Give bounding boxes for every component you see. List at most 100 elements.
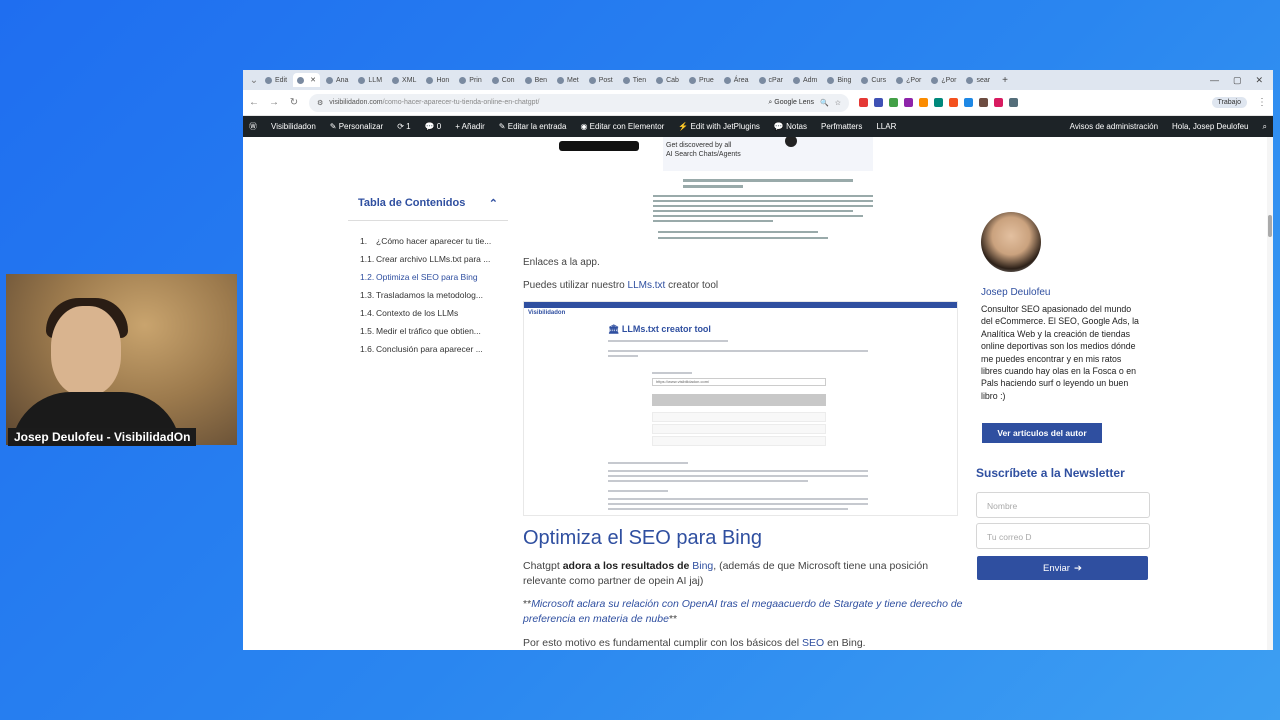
- tab-search-icon[interactable]: ⌄: [249, 75, 259, 86]
- toc-item-label: Optimiza el SEO para Bing: [376, 272, 478, 282]
- browser-tab[interactable]: Con: [488, 73, 519, 87]
- toc-item[interactable]: 1.6. Conclusión para aparecer ...: [348, 341, 508, 359]
- browser-tab[interactable]: Adm: [789, 73, 821, 87]
- tab-label: Ben: [534, 76, 548, 84]
- browser-tab[interactable]: sear: [962, 73, 994, 87]
- author-articles-button[interactable]: Ver artículos del autor: [982, 423, 1102, 443]
- browser-tab[interactable]: Área: [720, 73, 753, 87]
- wp-updates-link[interactable]: ⟳ 1: [397, 122, 410, 131]
- browser-tab[interactable]: ¿Por: [892, 73, 925, 87]
- tab-favicon-icon: [827, 76, 835, 84]
- forward-icon[interactable]: →: [269, 97, 279, 108]
- newsletter-email-field[interactable]: Tu correo D: [976, 523, 1150, 549]
- back-icon[interactable]: ←: [249, 97, 259, 108]
- extension-icon[interactable]: [949, 98, 958, 107]
- bookmark-star-icon[interactable]: ☆: [835, 99, 841, 107]
- browser-tab[interactable]: Hon: [422, 73, 453, 87]
- wp-personalize-link[interactable]: ✎ Personalizar: [330, 122, 383, 131]
- browser-tab[interactable]: Ana: [322, 73, 352, 87]
- extensions-puzzle-icon[interactable]: [1009, 98, 1018, 107]
- extension-icon[interactable]: [904, 98, 913, 107]
- browser-tab[interactable]: LLM: [354, 73, 386, 87]
- browser-tab[interactable]: Met: [553, 73, 583, 87]
- llms-txt-link[interactable]: LLMs.txt: [628, 280, 666, 291]
- extension-icon[interactable]: [979, 98, 988, 107]
- profile-button[interactable]: Trabajo: [1211, 97, 1247, 108]
- close-window-icon[interactable]: ✕: [1255, 75, 1263, 86]
- wp-jetplugins-link[interactable]: ⚡ Edit with JetPlugins: [678, 122, 760, 131]
- menu-kebab-icon[interactable]: ⋮: [1257, 97, 1267, 108]
- wp-elementor-link[interactable]: ◉ Editar con Elementor: [580, 122, 664, 131]
- wp-perfmatters-link[interactable]: Perfmatters: [821, 122, 862, 131]
- toc-list: 1. ¿Cómo hacer aparecer tu tie... 1.1. Crea…: [348, 233, 508, 359]
- tab-favicon-icon: [392, 76, 400, 84]
- extension-icon[interactable]: [874, 98, 883, 107]
- extension-icon[interactable]: [889, 98, 898, 107]
- close-tab-icon[interactable]: ✕: [310, 76, 316, 84]
- browser-tab[interactable]: XML: [388, 73, 420, 87]
- browser-tab[interactable]: Tien: [619, 73, 650, 87]
- google-lens-button[interactable]: ⌕ Google Lens: [768, 99, 814, 107]
- tab-label: Prin: [469, 76, 482, 84]
- maximize-icon[interactable]: ▢: [1233, 75, 1242, 86]
- browser-tab[interactable]: Ben: [521, 73, 551, 87]
- zoom-icon[interactable]: 🔍: [820, 99, 829, 107]
- newsletter-title: Suscríbete a la Newsletter: [976, 466, 1125, 480]
- wp-add-link[interactable]: + Añadir: [455, 122, 485, 131]
- browser-tab[interactable]: Bing: [823, 73, 855, 87]
- browser-tab[interactable]: Edit: [261, 73, 291, 87]
- site-info-icon[interactable]: ⚙: [317, 99, 323, 107]
- browser-tab[interactable]: ✕: [293, 73, 320, 87]
- wordpress-logo-icon[interactable]: Ⓦ: [249, 121, 257, 132]
- extension-icon[interactable]: [994, 98, 1003, 107]
- reload-icon[interactable]: ↻: [289, 97, 299, 108]
- tab-favicon-icon: [758, 76, 766, 84]
- address-bar[interactable]: ⚙ visibilidadon.com/como-hacer-aparecer-…: [309, 93, 849, 112]
- app-url-input: https://www.visibilidadon.com/: [652, 378, 826, 386]
- bing-link[interactable]: Bing: [692, 560, 713, 572]
- browser-tab[interactable]: ¿Por: [927, 73, 960, 87]
- seo-link[interactable]: SEO: [802, 637, 824, 649]
- add-label: Añadir: [461, 122, 485, 131]
- p1-a: Chatgpt: [523, 560, 563, 572]
- lens-label: Google Lens: [774, 98, 814, 106]
- newsletter-name-field[interactable]: Nombre: [976, 492, 1150, 518]
- wp-site-link[interactable]: Visibilidadon: [271, 122, 316, 131]
- wp-account-link[interactable]: Hola, Josep Deulofeu: [1172, 122, 1249, 132]
- scrollbar-thumb[interactable]: [1268, 215, 1272, 237]
- extension-icon[interactable]: [934, 98, 943, 107]
- toc-item[interactable]: 1.5. Medir el tráfico que obtien...: [348, 323, 508, 341]
- extension-icon[interactable]: [964, 98, 973, 107]
- minimize-icon[interactable]: —: [1210, 75, 1219, 86]
- toc-item[interactable]: 1.1. Crear archivo LLMs.txt para ...: [348, 251, 508, 269]
- browser-tab[interactable]: Post: [585, 73, 617, 87]
- toc-item[interactable]: 1.4. Contexto de los LLMs: [348, 305, 508, 323]
- toc-item[interactable]: 1.2. Optimiza el SEO para Bing: [348, 269, 508, 287]
- section-heading: Optimiza el SEO para Bing: [523, 527, 762, 549]
- toc-item-label: Medir el tráfico que obtien...: [376, 326, 481, 336]
- extension-icon[interactable]: [859, 98, 868, 107]
- new-tab-button[interactable]: +: [996, 75, 1014, 86]
- newsletter-send-button[interactable]: Enviar ➔: [977, 556, 1148, 580]
- wp-search-icon[interactable]: ⌕: [1263, 122, 1267, 132]
- p1-bold: adora a los resultados de: [562, 560, 693, 572]
- wp-notes-link[interactable]: 💬 Notas: [774, 122, 807, 131]
- browser-tab[interactable]: cPar: [755, 73, 787, 87]
- author-name[interactable]: Josep Deulofeu: [981, 287, 1051, 298]
- page-scrollbar[interactable]: [1267, 137, 1273, 650]
- wp-edit-post-link[interactable]: ✎ Editar la entrada: [499, 122, 567, 131]
- browser-tab[interactable]: Prin: [455, 73, 485, 87]
- extension-icon[interactable]: [919, 98, 928, 107]
- toc-header[interactable]: Tabla de Contenidos ⌃: [348, 197, 508, 221]
- jetplugins-label: Edit with JetPlugins: [690, 122, 760, 131]
- browser-tab[interactable]: Prue: [685, 73, 718, 87]
- send-label: Enviar: [1043, 562, 1070, 574]
- browser-tab[interactable]: Curs: [857, 73, 890, 87]
- toc-item[interactable]: 1.3. Trasladamos la metodolog...: [348, 287, 508, 305]
- chevron-up-icon[interactable]: ⌃: [489, 197, 498, 210]
- wp-comments-link[interactable]: 💬 0: [425, 122, 442, 131]
- toc-item[interactable]: 1. ¿Cómo hacer aparecer tu tie...: [348, 233, 508, 251]
- wp-llar-link[interactable]: LLAR: [876, 122, 896, 131]
- wp-admin-notices-link[interactable]: Avisos de administración: [1070, 122, 1158, 132]
- browser-tab[interactable]: Cab: [652, 73, 683, 87]
